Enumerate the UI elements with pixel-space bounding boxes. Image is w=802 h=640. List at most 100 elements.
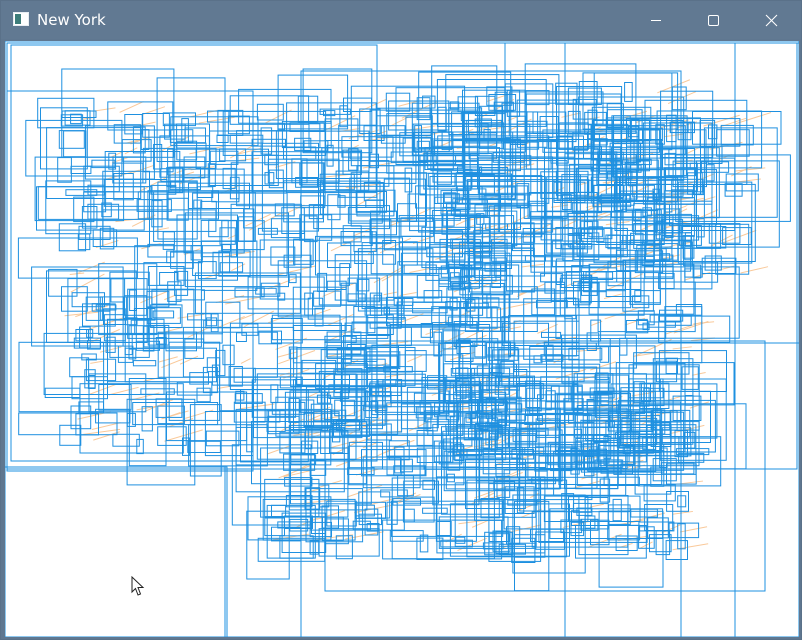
- map-street: [590, 361, 617, 371]
- bounding-box: [652, 458, 677, 482]
- bounding-box: [516, 183, 530, 209]
- bounding-box: [584, 497, 609, 505]
- bounding-box: [630, 118, 640, 143]
- bounding-box: [69, 357, 90, 378]
- app-window: New York: [0, 0, 802, 640]
- bounding-box: [416, 274, 440, 299]
- bounding-box: [422, 507, 448, 514]
- bounding-box: [724, 183, 743, 197]
- map-street: [64, 311, 99, 317]
- map-street: [240, 358, 251, 364]
- bounding-box: [243, 208, 255, 229]
- bounding-box: [187, 440, 221, 453]
- app-window-icon: [13, 12, 29, 26]
- bounding-box: [435, 521, 452, 536]
- bounding-box: [235, 390, 245, 401]
- bounding-box: [221, 244, 231, 252]
- bounding-box: [633, 381, 645, 404]
- bounding-box: [529, 346, 621, 414]
- bounding-box: [241, 323, 259, 336]
- bounding-box: [112, 433, 140, 447]
- bounding-box: [216, 134, 229, 143]
- map-street: [88, 383, 118, 396]
- map-street: [740, 266, 769, 274]
- map-street: [409, 268, 430, 274]
- map-canvas[interactable]: [5, 41, 799, 637]
- map-street: [581, 268, 606, 279]
- bounding-box: [279, 535, 314, 559]
- mouse-pointer-icon: [131, 576, 145, 596]
- bounding-box: [391, 500, 504, 537]
- bounding-box: [656, 110, 763, 169]
- bounding-box: [208, 219, 229, 238]
- close-button[interactable]: [743, 1, 801, 39]
- map-street: [398, 100, 418, 107]
- bounding-box: [110, 278, 126, 303]
- bounding-box: [561, 338, 611, 384]
- bounding-box: [309, 521, 333, 538]
- bounding-box: [341, 136, 394, 158]
- map-street: [239, 313, 255, 321]
- map-street: [381, 269, 402, 282]
- bounding-box: [228, 366, 243, 387]
- bounding-box: [376, 107, 432, 136]
- bounding-box: [397, 475, 414, 497]
- bounding-box: [466, 479, 568, 558]
- map-street: [383, 291, 398, 296]
- bounding-box: [58, 130, 85, 149]
- bounding-box: [132, 360, 157, 367]
- bounding-box: [637, 310, 655, 326]
- bounding-box: [81, 206, 98, 229]
- bounding-box: [147, 266, 185, 286]
- bounding-box: [665, 357, 678, 375]
- bounding-box: [354, 251, 374, 265]
- bounding-box: [356, 278, 370, 292]
- map-street: [680, 526, 708, 533]
- bounding-box: [335, 535, 353, 560]
- bounding-box: [624, 82, 633, 102]
- map-street: [561, 112, 581, 118]
- bounding-box: [175, 289, 205, 301]
- bounding-box: [255, 287, 277, 295]
- bounding-box: [152, 310, 175, 319]
- bounding-box: [571, 510, 580, 527]
- bounding-box: [353, 306, 376, 334]
- bounding-box: [270, 384, 279, 404]
- map-street: [672, 510, 693, 515]
- map-street: [605, 220, 630, 226]
- bounding-box: [437, 106, 447, 132]
- bounding-box: [334, 254, 395, 301]
- bounding-box: [63, 130, 87, 158]
- map-street: [735, 112, 772, 125]
- map-street: [589, 503, 604, 508]
- map-street: [581, 473, 598, 480]
- bounding-box: [48, 268, 78, 297]
- bounding-box: [233, 401, 266, 423]
- map-street: [156, 326, 184, 335]
- map-street: [577, 181, 589, 186]
- map-street: [277, 351, 298, 358]
- bounding-box: [380, 125, 406, 136]
- map-street: [346, 484, 383, 498]
- map-street: [119, 101, 144, 113]
- bounding-box: [329, 429, 344, 454]
- bounding-box: [701, 257, 737, 274]
- map-street: [189, 145, 224, 155]
- bounding-box: [309, 460, 327, 476]
- bounding-box: [70, 165, 92, 175]
- bounding-box: [258, 330, 282, 345]
- title-bar[interactable]: New York: [1, 1, 801, 39]
- bounding-box: [435, 154, 457, 165]
- maximize-icon: [708, 15, 719, 26]
- bounding-box: [301, 440, 319, 455]
- map-street: [455, 216, 475, 226]
- bounding-box: [70, 113, 82, 125]
- bounding-box: [684, 261, 719, 283]
- maximize-button[interactable]: [685, 1, 743, 39]
- map-street: [90, 360, 105, 364]
- bounding-box: [224, 466, 228, 637]
- minimize-button[interactable]: [627, 1, 685, 39]
- map-street: [169, 417, 194, 428]
- bounding-box: [545, 390, 556, 410]
- map-street: [93, 431, 120, 441]
